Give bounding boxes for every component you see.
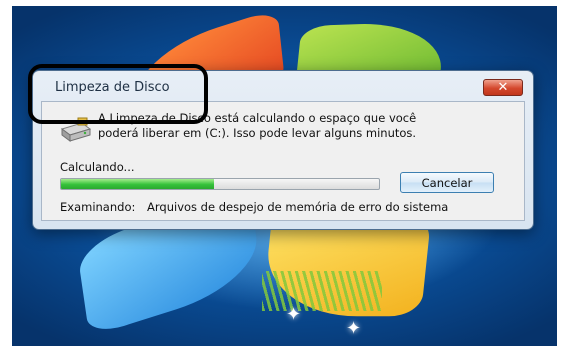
status-label: Calculando... xyxy=(60,160,135,174)
message-line: poderá liberar em (C:). Isso pode levar … xyxy=(98,126,417,140)
examining-item: Arquivos de despejo de memória de erro d… xyxy=(147,200,449,214)
cancel-button[interactable]: Cancelar xyxy=(400,172,494,193)
sparkle-icon: ✦ xyxy=(346,318,362,339)
close-button[interactable]: ✕ xyxy=(483,79,523,96)
progress-bar xyxy=(60,178,380,190)
close-icon: ✕ xyxy=(497,80,509,95)
sparkle-icon: ✦ xyxy=(286,304,302,325)
wallpaper-grass xyxy=(262,271,382,311)
examining-label: Examinando: xyxy=(60,200,136,214)
annotation-highlight xyxy=(28,64,208,124)
progress-bar-fill xyxy=(61,179,214,189)
examining-status: Examinando: Arquivos de despejo de memór… xyxy=(60,200,448,214)
